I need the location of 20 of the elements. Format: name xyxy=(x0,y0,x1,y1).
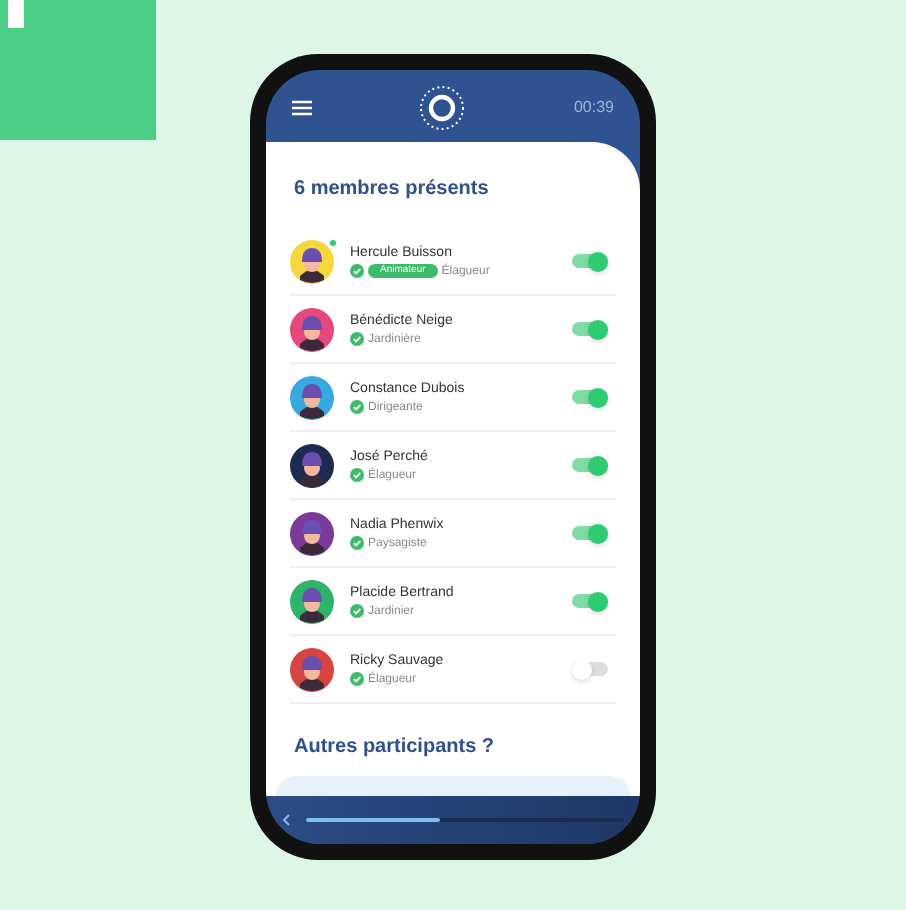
presence-toggle[interactable] xyxy=(572,322,608,336)
chevron-left-icon[interactable] xyxy=(282,814,290,826)
presence-toggle[interactable] xyxy=(572,254,608,268)
section-title: Autres participants ? xyxy=(294,734,497,762)
menu-icon[interactable] xyxy=(292,100,312,116)
check-icon xyxy=(350,264,364,278)
presence-toggle[interactable] xyxy=(572,662,608,676)
check-icon xyxy=(350,672,364,686)
presence-toggle[interactable] xyxy=(572,458,608,472)
presence-toggle[interactable] xyxy=(572,390,608,404)
logo-icon xyxy=(418,84,467,132)
section-title: 6 membres présents xyxy=(294,176,491,204)
check-icon xyxy=(350,536,364,550)
check-icon xyxy=(350,468,364,482)
timer: 00:39 xyxy=(573,96,614,120)
presence-toggle[interactable] xyxy=(572,594,608,608)
presence-toggle[interactable] xyxy=(572,526,608,540)
check-icon xyxy=(350,604,364,618)
check-icon xyxy=(350,332,364,346)
check-icon xyxy=(350,400,364,414)
